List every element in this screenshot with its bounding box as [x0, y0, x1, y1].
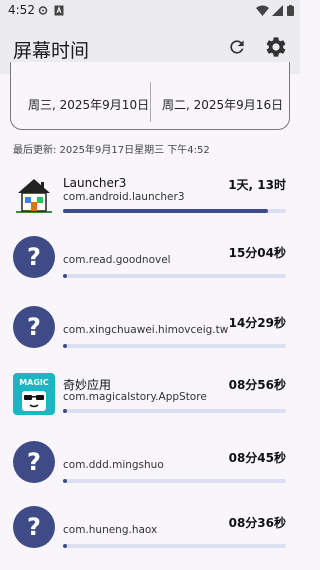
app-package-name: com.read.goodnovel: [63, 254, 171, 266]
app-usage-row[interactable]: Launcher3 com.android.launcher3 1天, 13时: [0, 165, 300, 235]
signal-icon: [272, 5, 283, 16]
usage-duration: 15分04秒: [228, 246, 286, 260]
app-package-name: com.xingchuawei.himovceig.tw: [63, 324, 229, 336]
usage-progress-fill: [63, 544, 67, 548]
date-range-card: 周三, 2025年9月10日 周二, 2025年9月16日: [10, 62, 290, 130]
app-usage-row[interactable]: ? com.ddd.mingshuo 08分45秒: [0, 435, 300, 505]
usage-duration: 08分45秒: [228, 451, 286, 465]
app-usage-row[interactable]: ? com.xingchuawei.himovceig.tw 14分29秒: [0, 300, 300, 370]
usage-progress-bar: [63, 209, 286, 213]
app-package-name: com.huneng.haox: [63, 524, 158, 536]
usage-progress-bar: [63, 479, 286, 483]
usage-progress-fill: [63, 344, 67, 348]
usage-duration: 08分56秒: [228, 378, 286, 392]
app-package-name: com.magicalstory.AppStore: [63, 391, 207, 403]
app-package-name: com.ddd.mingshuo: [63, 459, 164, 471]
range-start-date[interactable]: 周三, 2025年9月10日: [28, 96, 149, 113]
usage-progress-fill: [63, 409, 67, 413]
battery-icon: [287, 5, 294, 16]
app-usage-row[interactable]: ? com.huneng.haox 08分36秒: [0, 500, 300, 570]
usage-progress-bar: [63, 544, 286, 548]
usage-duration: 08分36秒: [228, 516, 286, 530]
settings-notification-icon: [38, 6, 48, 15]
question-icon: ?: [13, 506, 55, 548]
refresh-icon[interactable]: [225, 35, 249, 59]
status-time: 4:52: [8, 3, 35, 17]
page-title: 屏幕时间: [13, 40, 90, 62]
question-icon: ?: [13, 441, 55, 483]
question-icon: ?: [13, 236, 55, 278]
usage-duration: 14分29秒: [228, 316, 286, 330]
usage-progress-bar: [63, 409, 286, 413]
text-notification-icon: [54, 5, 64, 16]
usage-progress-fill: [63, 209, 268, 213]
settings-gear-icon[interactable]: [264, 35, 288, 59]
app-name: Launcher3: [63, 176, 127, 190]
question-icon: ?: [13, 306, 55, 348]
magic-icon: MAGIC: [13, 373, 55, 415]
svg-text:MAGIC: MAGIC: [19, 378, 49, 387]
usage-duration: 1天, 13时: [228, 178, 286, 192]
wifi-icon: [256, 5, 269, 16]
app-package-name: com.android.launcher3: [63, 191, 185, 203]
range-divider: [150, 82, 151, 122]
usage-progress-bar: [63, 344, 286, 348]
app-usage-row[interactable]: ? com.read.goodnovel 15分04秒: [0, 230, 300, 300]
house-icon: [13, 173, 55, 215]
app-usage-row[interactable]: MAGIC 奇妙应用 com.magicalstory.AppStore 08分56秒: [0, 365, 300, 435]
usage-progress-fill: [63, 274, 67, 278]
usage-progress-bar: [63, 274, 286, 278]
last-updated-text: 最后更新: 2025年9月17日星期三 下午4:52: [13, 145, 210, 156]
range-end-date[interactable]: 周二, 2025年9月16日: [162, 96, 283, 113]
usage-progress-fill: [63, 479, 67, 483]
status-bar: 4:52: [0, 0, 300, 22]
